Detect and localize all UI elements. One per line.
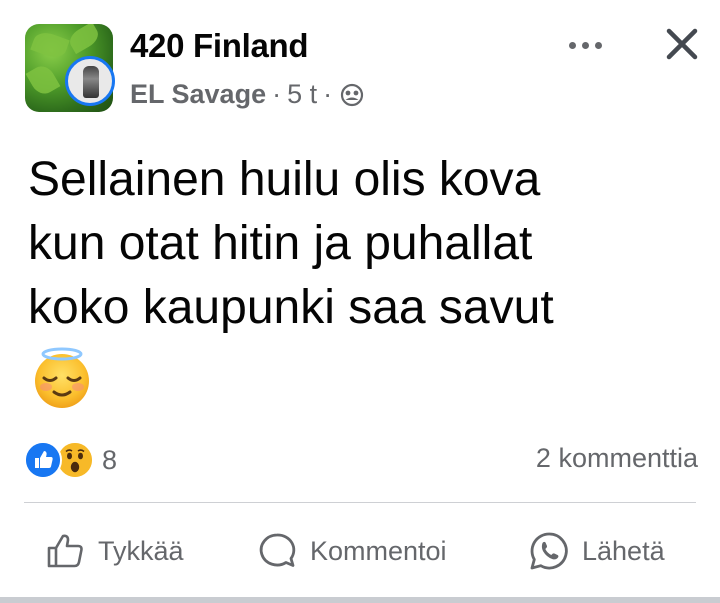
group-audience-icon [341,83,364,106]
comment-bubble-icon [259,533,296,567]
post-text-line: Sellainen huilu olis kova [28,153,541,206]
comment-label: Kommentoi [310,535,447,566]
post-meta: EL Savage · 5 t · [130,79,364,110]
post-time[interactable]: 5 t [287,79,317,110]
group-name[interactable]: 420 Finland [130,27,309,65]
divider [24,502,696,503]
comment-count-link[interactable]: 2 kommenttia [536,443,698,474]
reactions-summary[interactable]: 8 [24,440,117,480]
post-text-line: kun otat hitin ja puhallat [28,217,533,270]
feed-separator [0,597,720,603]
more-dots-icon [568,41,576,49]
post-text-line: koko kaupunki saa savut [28,281,554,334]
comment-button[interactable]: Kommentoi [256,525,447,577]
meta-separator: · [323,79,333,109]
post-card: 420 Finland EL Savage · 5 t · Sellainen … [0,0,720,603]
like-button[interactable]: Tykkää [44,525,184,577]
reaction-count: 8 [102,444,118,475]
send-whatsapp-button[interactable]: Lähetä [528,525,665,577]
close-icon[interactable] [662,24,702,64]
meta-separator: · [272,79,282,109]
more-options-button[interactable] [560,30,610,60]
share-label: Lähetä [582,535,665,566]
author-avatar[interactable] [65,56,115,106]
like-reaction-icon [24,441,62,479]
author-name[interactable]: EL Savage [130,79,266,110]
whatsapp-icon [530,532,568,570]
thumbs-up-icon [47,534,83,568]
like-label: Tykkää [98,535,184,566]
smiling-face-with-halo-icon [35,347,89,408]
post-text: Sellainen huilu olis kova kun otat hitin… [28,148,688,340]
